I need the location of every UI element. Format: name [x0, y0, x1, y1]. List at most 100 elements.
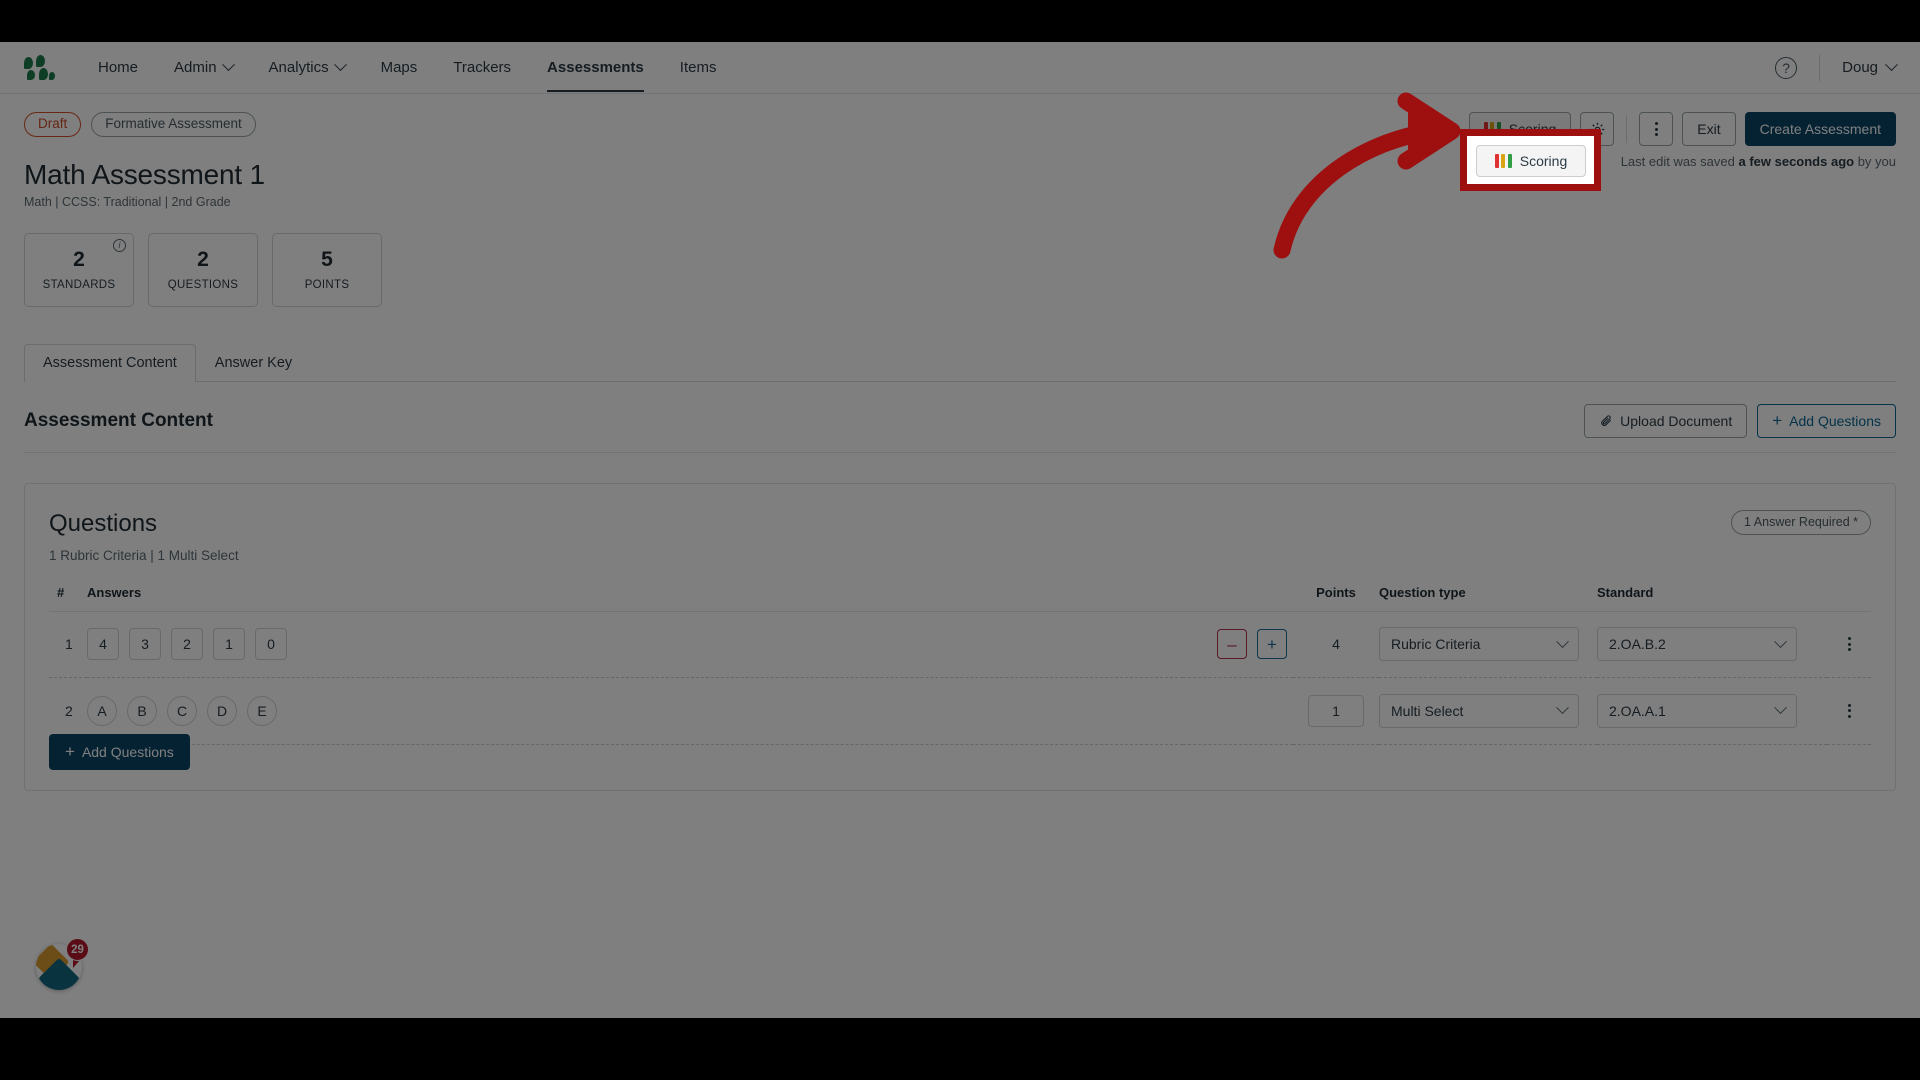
more-options-button[interactable] [1639, 112, 1674, 146]
answer-chip[interactable]: C [167, 695, 197, 726]
nav-item-label: Maps [380, 59, 418, 76]
row-points-cell: 1 [1293, 678, 1379, 744]
add-answer-button[interactable]: + [1257, 629, 1287, 660]
answer-chip-group: 4 3 2 1 0 [87, 628, 1183, 661]
tab-assessment-content[interactable]: Assessment Content [24, 343, 196, 382]
answer-chip[interactable]: 0 [255, 628, 287, 661]
remove-answer-button[interactable]: – [1217, 629, 1247, 660]
user-menu[interactable]: Doug [1842, 58, 1898, 76]
nav-item-items[interactable]: Items [662, 43, 735, 92]
chevron-down-icon [1885, 58, 1898, 72]
plus-icon: + [1772, 411, 1783, 430]
standard-select[interactable]: 2.OA.B.2 [1597, 627, 1797, 662]
chevron-down-icon [221, 58, 235, 72]
help-icon[interactable]: ? [1775, 56, 1798, 79]
answer-chip[interactable]: B [127, 695, 157, 726]
col-header-standard: Standard [1597, 584, 1827, 612]
kebab-menu-icon [1847, 703, 1851, 718]
saved-prefix: Last edit was saved [1620, 154, 1739, 169]
scoring-bars-icon [1483, 122, 1501, 136]
scoring-button[interactable]: Scoring [1468, 112, 1572, 146]
badge-tail-icon [73, 960, 80, 968]
create-assessment-label: Create Assessment [1759, 121, 1881, 137]
saved-time: a few seconds ago [1738, 154, 1855, 169]
notifications-widget[interactable]: 29 [36, 938, 89, 990]
settings-button[interactable] [1580, 112, 1615, 146]
chevron-down-icon [1774, 701, 1787, 715]
adjust-buttons: – + [1183, 629, 1293, 660]
answer-chip[interactable]: D [207, 695, 237, 726]
question-type-select[interactable]: Multi Select [1379, 693, 1579, 728]
add-questions-button-top[interactable]: + Add Questions [1757, 403, 1896, 438]
questions-table-head: # Answers Points Question type Standard [49, 584, 1871, 612]
nav-item-home[interactable]: Home [80, 43, 156, 92]
application-viewport: Home Admin Analytics Maps Trackers Asses… [0, 42, 1920, 1018]
row-standard-cell: 2.OA.B.2 [1597, 611, 1827, 677]
answer-chip[interactable]: 3 [129, 628, 161, 661]
answer-chip[interactable]: E [247, 695, 277, 726]
content-tabs: Assessment Content Answer Key [24, 343, 1896, 382]
row-question-type-cell: Multi Select [1379, 678, 1597, 744]
status-badge: Draft [24, 112, 82, 137]
dots-logo-icon[interactable] [24, 54, 58, 81]
table-header-row: # Answers Points Question type Standard [49, 584, 1871, 612]
questions-subtitle: 1 Rubric Criteria | 1 Multi Select [49, 547, 239, 563]
assessment-type-badge: Formative Assessment [91, 112, 256, 137]
scoring-button-label: Scoring [1508, 121, 1557, 137]
nav-divider [1819, 54, 1821, 81]
answer-required-badge: 1 Answer Required * [1731, 509, 1871, 535]
stat-label: STANDARDS [42, 278, 116, 291]
screenshot-root: Home Admin Analytics Maps Trackers Asses… [0, 0, 1920, 1080]
row-more-options-button[interactable] [1827, 703, 1871, 718]
answer-chip[interactable]: 1 [213, 628, 245, 661]
col-header-points: Points [1293, 584, 1379, 612]
section-header: Assessment Content Upload Document + Add… [24, 403, 1896, 453]
row-number-cell: 1 [49, 611, 87, 677]
row-more-options-button[interactable] [1827, 637, 1871, 652]
questions-title: Questions [49, 509, 158, 537]
col-header-number: # [49, 584, 87, 612]
stat-value: 5 [321, 247, 333, 271]
questions-table: # Answers Points Question type Standard … [49, 584, 1871, 745]
question-type-select[interactable]: Rubric Criteria [1379, 627, 1579, 662]
section-actions: Upload Document + Add Questions [1584, 403, 1896, 438]
answer-chip[interactable]: 2 [171, 628, 203, 661]
stat-card-standards: i 2 STANDARDS [24, 232, 134, 307]
kebab-menu-icon [1654, 122, 1658, 136]
standard-select[interactable]: 2.OA.A.1 [1597, 693, 1797, 728]
create-assessment-button[interactable]: Create Assessment [1744, 112, 1896, 146]
action-divider [1626, 115, 1628, 143]
top-navigation-bar: Home Admin Analytics Maps Trackers Asses… [0, 42, 1920, 94]
col-header-question-type: Question type [1379, 584, 1597, 612]
nav-item-admin[interactable]: Admin [156, 43, 251, 92]
chevron-down-icon [333, 58, 347, 72]
questions-table-body: 1 4 3 2 1 0 – + 4 Rubric Criteria 2.OA.B… [49, 611, 1871, 745]
exit-button[interactable]: Exit [1682, 112, 1736, 146]
add-questions-button-bottom[interactable]: + Add Questions [49, 733, 190, 770]
tab-answer-key[interactable]: Answer Key [196, 344, 311, 382]
answer-chip[interactable]: 4 [87, 628, 119, 661]
table-row: 2 A B C D E 1 Multi Select 2.OA.A.1 [49, 678, 1871, 744]
nav-item-trackers[interactable]: Trackers [435, 43, 529, 92]
info-icon[interactable]: i [113, 238, 126, 252]
add-questions-label: Add Questions [81, 743, 174, 760]
nav-item-maps[interactable]: Maps [363, 43, 436, 92]
points-input[interactable]: 1 [1308, 694, 1364, 727]
answer-chip[interactable]: A [87, 695, 117, 726]
chevron-down-icon [1556, 635, 1569, 648]
stat-value: 2 [73, 247, 85, 271]
page-header: Draft Formative Assessment Scoring Exit … [0, 94, 1920, 307]
answer-chip-group: A B C D E [87, 695, 1183, 726]
user-menu-label: Doug [1842, 59, 1878, 76]
nav-item-assessments[interactable]: Assessments [529, 43, 662, 92]
chevron-down-icon [1774, 635, 1787, 648]
col-header-answers: Answers [87, 584, 1183, 612]
nav-item-analytics[interactable]: Analytics [251, 43, 363, 92]
stat-label: QUESTIONS [167, 278, 239, 291]
nav-links: Home Admin Analytics Maps Trackers Asses… [80, 43, 734, 92]
upload-document-button[interactable]: Upload Document [1584, 403, 1748, 438]
stat-value: 2 [197, 247, 209, 271]
questions-card-header: Questions 1 Rubric Criteria | 1 Multi Se… [49, 509, 1871, 563]
stat-card-points: 5 POINTS [272, 232, 382, 307]
questions-card: Questions 1 Rubric Criteria | 1 Multi Se… [24, 482, 1896, 791]
